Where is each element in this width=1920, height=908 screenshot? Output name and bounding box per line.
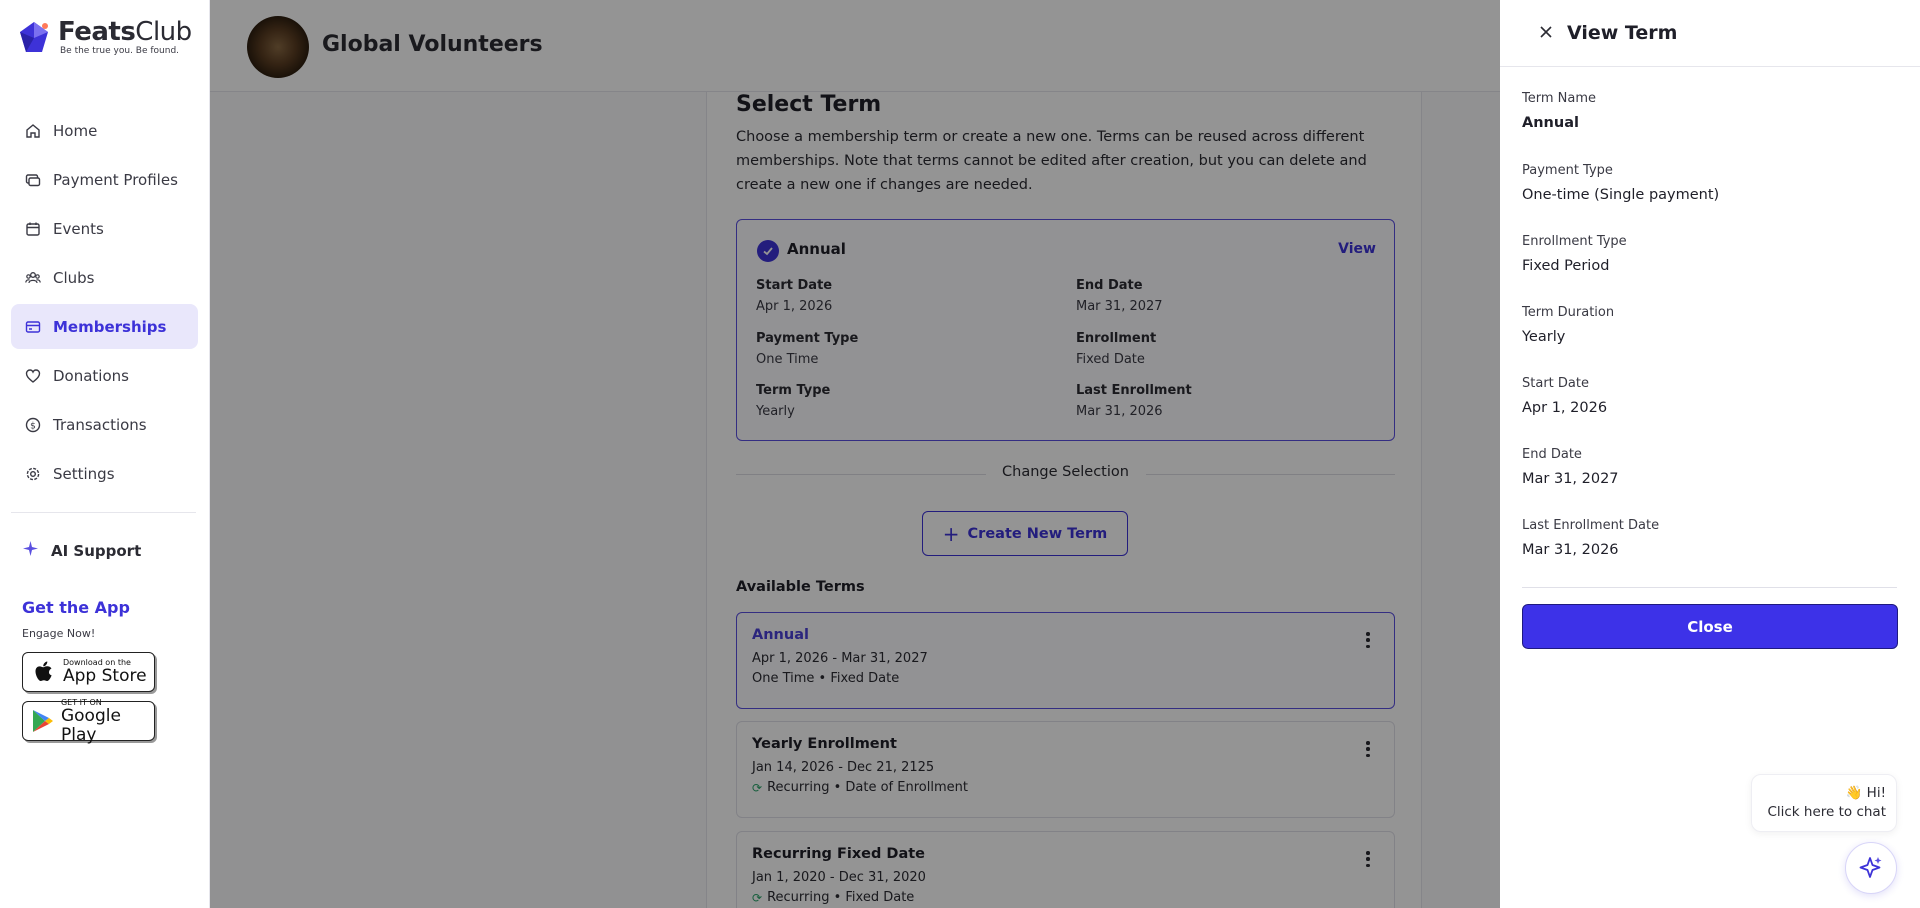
- heart-icon: [24, 367, 41, 384]
- close-button[interactable]: Close: [1522, 604, 1898, 649]
- home-icon: [24, 122, 41, 139]
- sidebar-item-label: Payment Profiles: [53, 170, 178, 189]
- payment-profiles-icon: [24, 171, 41, 188]
- field-term-duration: Term Duration Yearly: [1522, 305, 1615, 345]
- sidebar-item-label: Donations: [53, 366, 129, 385]
- gear-icon: [24, 465, 41, 482]
- dollar-icon: $: [24, 416, 41, 433]
- sidebar-item-home[interactable]: Home: [11, 108, 198, 153]
- calendar-icon: [24, 220, 41, 237]
- sidebar-item-label: Memberships: [53, 317, 167, 336]
- engage-text: Engage Now!: [22, 627, 96, 640]
- app-store-big: App Store: [63, 666, 147, 686]
- ai-support-label: AI Support: [51, 541, 142, 560]
- sidebar-item-transactions[interactable]: $ Transactions: [11, 402, 198, 447]
- svg-text:$: $: [30, 421, 36, 431]
- drawer-header: View Term: [1500, 0, 1920, 67]
- sidebar-item-clubs[interactable]: Clubs: [11, 255, 198, 300]
- chat-prompt: Click here to chat: [1767, 804, 1886, 820]
- get-the-app-heading: Get the App: [22, 598, 130, 617]
- modal-backdrop[interactable]: [210, 0, 1500, 908]
- field-enrollment-type: Enrollment Type Fixed Period: [1522, 234, 1627, 274]
- sidebar-item-donations[interactable]: Donations: [11, 353, 198, 398]
- field-term-name: Term Name Annual: [1522, 91, 1596, 131]
- chat-greeting-bubble[interactable]: 👋 Hi! Click here to chat: [1751, 774, 1897, 832]
- app-store-button[interactable]: Download on the App Store: [22, 652, 155, 692]
- sidebar: FeatsClub Be the true you. Be found. Hom…: [0, 0, 210, 908]
- brand-tagline: Be the true you. Be found.: [60, 46, 180, 56]
- google-play-button[interactable]: GET IT ON Google Play: [22, 698, 155, 744]
- membership-card-icon: [24, 318, 41, 335]
- sidebar-nav: Home Payment Profiles Events Clubs Membe…: [11, 108, 198, 500]
- featsclub-logo-icon: [20, 22, 48, 52]
- users-icon: [24, 269, 41, 286]
- sidebar-item-label: Home: [53, 121, 98, 140]
- sidebar-item-label: Clubs: [53, 268, 95, 287]
- close-icon[interactable]: [1538, 24, 1554, 40]
- apple-icon: [31, 659, 57, 685]
- chat-greeting: 👋 Hi!: [1845, 785, 1886, 801]
- field-payment-type: Payment Type One-time (Single payment): [1522, 163, 1720, 203]
- featsclub-logo[interactable]: FeatsClub Be the true you. Be found.: [14, 18, 192, 58]
- sparkle-icon: [1859, 857, 1882, 878]
- sidebar-item-payment-profiles[interactable]: Payment Profiles: [11, 157, 198, 202]
- field-last-enrollment-date: Last Enrollment Date Mar 31, 2026: [1522, 518, 1660, 558]
- sidebar-item-settings[interactable]: Settings: [11, 451, 198, 496]
- view-term-drawer: View Term Term Name Annual Payment Type …: [1500, 0, 1920, 908]
- drawer-divider: [1522, 587, 1897, 588]
- sidebar-item-label: Events: [53, 219, 104, 238]
- google-play-big: Google Play: [60, 705, 121, 745]
- google-play-icon: [31, 708, 55, 734]
- sidebar-item-label: Transactions: [53, 415, 147, 434]
- brand-name: FeatsClub: [58, 17, 192, 47]
- sidebar-divider: [11, 512, 196, 513]
- ai-support-link[interactable]: AI Support: [22, 540, 141, 561]
- sparkle-icon: [22, 540, 39, 561]
- field-start-date: Start Date Apr 1, 2026: [1522, 376, 1608, 416]
- field-end-date: End Date Mar 31, 2027: [1522, 447, 1619, 487]
- chat-launcher-button[interactable]: [1845, 842, 1897, 894]
- sidebar-item-events[interactable]: Events: [11, 206, 198, 251]
- drawer-title: View Term: [1567, 22, 1678, 44]
- sidebar-item-label: Settings: [53, 464, 115, 483]
- sidebar-item-memberships[interactable]: Memberships: [11, 304, 198, 349]
